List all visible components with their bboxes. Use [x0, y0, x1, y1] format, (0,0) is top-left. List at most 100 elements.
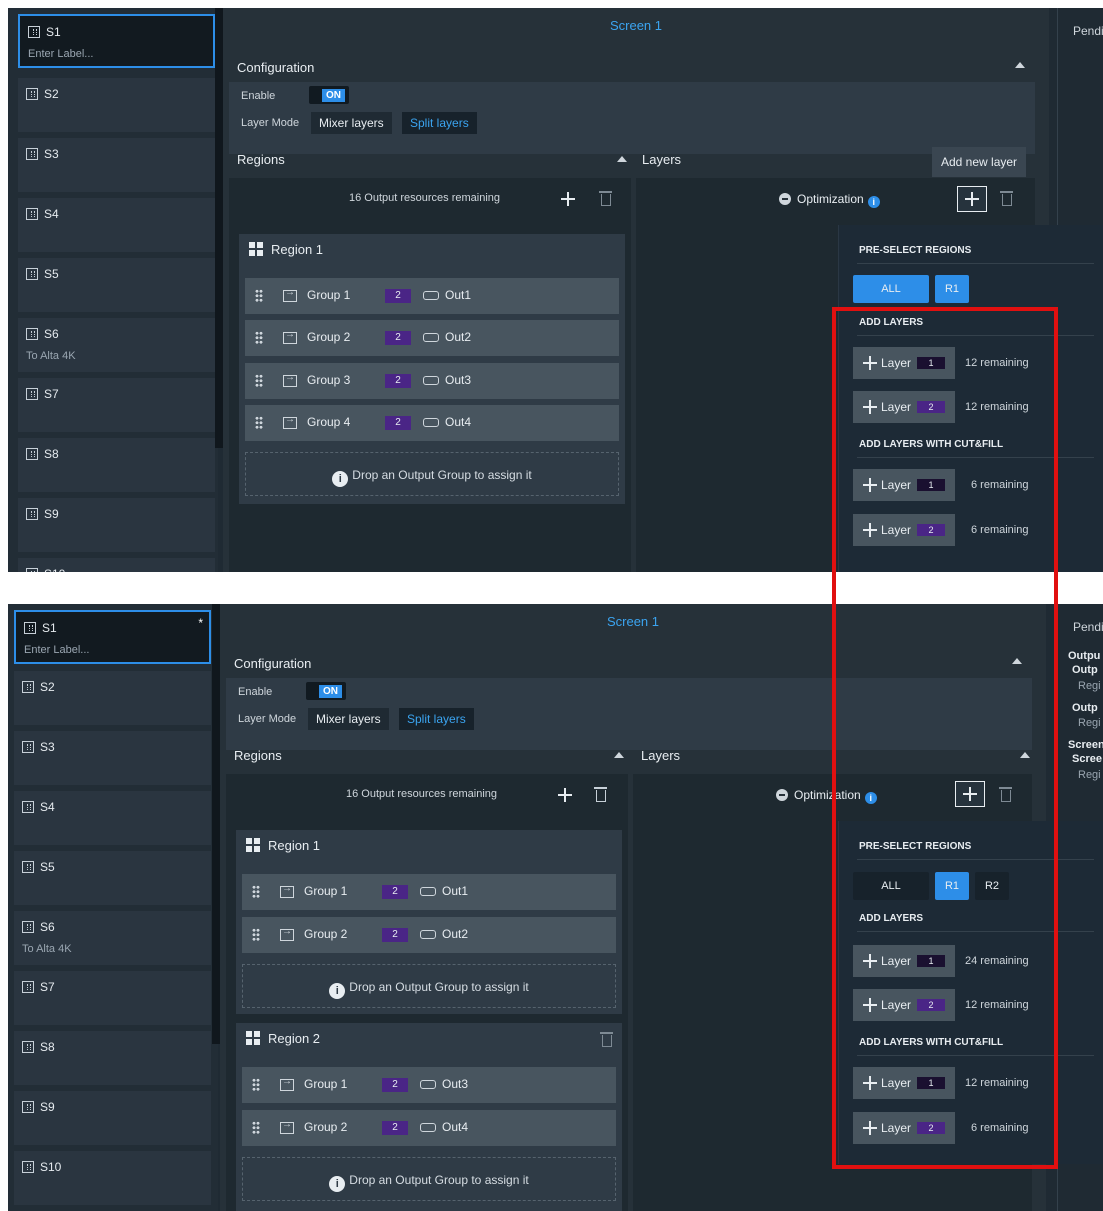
- screen-item-s6[interactable]: S6 To Alta 4K: [18, 318, 215, 372]
- screen-item-s10[interactable]: S10: [18, 558, 215, 572]
- mixer-layers-option[interactable]: Mixer layers: [308, 708, 389, 730]
- drop-zone[interactable]: i Drop an Output Group to assign it: [242, 1157, 616, 1201]
- info-icon: i: [332, 471, 349, 487]
- split-layers-option[interactable]: Split layers: [402, 112, 477, 134]
- output-name: Out1: [445, 288, 472, 302]
- group-count-badge: 2: [382, 1121, 408, 1135]
- screen-item-s5[interactable]: S5: [14, 851, 211, 905]
- screen-icon: [24, 622, 36, 634]
- screen-item-s4[interactable]: S4: [14, 791, 211, 845]
- screen-icon: [22, 1041, 34, 1053]
- drag-handle-icon[interactable]: [255, 374, 263, 387]
- screen-item-s6[interactable]: S6 To Alta 4K: [14, 911, 211, 965]
- group-row[interactable]: Group 3 2 Out3: [245, 363, 619, 399]
- screen-item-s7[interactable]: S7: [18, 378, 215, 432]
- screen-name: S9: [40, 1100, 55, 1114]
- drag-handle-icon[interactable]: [255, 289, 263, 302]
- screen-item-s3[interactable]: S3: [14, 731, 211, 785]
- screen-item-s9[interactable]: S9: [18, 498, 215, 552]
- add-region-icon[interactable]: [561, 192, 575, 206]
- pending-title: Pendi: [1073, 24, 1103, 38]
- enable-toggle[interactable]: ON: [309, 86, 349, 104]
- screen-name: S6: [44, 327, 59, 341]
- regions-column: 16 Output resources remaining Region 1 G…: [226, 774, 628, 1211]
- drag-handle-icon[interactable]: [252, 928, 260, 941]
- drag-handle-icon[interactable]: [252, 1078, 260, 1091]
- drop-text: Drop an Output Group to assign it: [352, 468, 532, 482]
- drop-text: Drop an Output Group to assign it: [349, 980, 529, 994]
- pending-change-line: Outp: [1072, 664, 1098, 676]
- collapse-caret-icon[interactable]: [1015, 62, 1025, 68]
- screen-item-s1[interactable]: S1 Enter Label...: [18, 14, 215, 68]
- group-count-badge: 2: [385, 331, 411, 345]
- add-region-icon[interactable]: [558, 788, 572, 802]
- group-row[interactable]: Group 2 2 Out2: [245, 320, 619, 356]
- delete-region-icon[interactable]: [594, 787, 607, 802]
- screen-item-s10[interactable]: S10: [14, 1151, 211, 1205]
- mixer-layers-option[interactable]: Mixer layers: [311, 112, 392, 134]
- enable-toggle[interactable]: ON: [306, 682, 346, 700]
- preselect-regions-heading: PRE-SELECT REGIONS: [859, 245, 972, 256]
- screen-label[interactable]: Enter Label...: [24, 644, 89, 656]
- drag-handle-icon[interactable]: [252, 885, 260, 898]
- add-new-layer-button[interactable]: [957, 186, 987, 212]
- layer-mode-label: Layer Mode: [241, 117, 300, 129]
- drag-handle-icon[interactable]: [255, 331, 263, 344]
- screen-name: S7: [40, 980, 55, 994]
- screen-item-s5[interactable]: S5: [18, 258, 215, 312]
- group-row[interactable]: Group 1 2 Out1: [245, 278, 619, 314]
- resources-remaining: 16 Output resources remaining: [346, 788, 498, 800]
- regions-collapse-icon[interactable]: [617, 156, 627, 162]
- screen-icon: [22, 1161, 34, 1173]
- optimization-control[interactable]: Optimization i: [779, 192, 880, 208]
- regions-collapse-icon[interactable]: [614, 752, 624, 758]
- group-row[interactable]: Group 4 2 Out4: [245, 405, 619, 441]
- modified-marker: *: [198, 616, 203, 630]
- delete-region-icon[interactable]: [599, 191, 612, 206]
- output-icon: [420, 930, 436, 939]
- output-name: Out4: [445, 415, 472, 429]
- screen-item-s4[interactable]: S4: [18, 198, 215, 252]
- group-name: Group 4: [307, 415, 351, 429]
- region-chip-all[interactable]: ALL: [853, 275, 929, 303]
- delete-region-icon[interactable]: [600, 1032, 613, 1047]
- screen-title: Screen 1: [609, 18, 663, 33]
- drop-text: Drop an Output Group to assign it: [349, 1173, 529, 1187]
- screen-item-s2[interactable]: S2: [18, 78, 215, 132]
- group-row[interactable]: Group 1 2 Out1: [242, 874, 616, 910]
- screen-item-s8[interactable]: S8: [18, 438, 215, 492]
- group-row[interactable]: Group 2 2 Out2: [242, 917, 616, 953]
- sidebar-scrollbar[interactable]: [215, 8, 223, 448]
- regions-column: 16 Output resources remaining Region 1 G…: [229, 178, 631, 572]
- toggle-value: ON: [319, 685, 342, 698]
- screen-icon: [26, 268, 38, 280]
- toggle-value: ON: [322, 89, 345, 102]
- delete-layer-icon[interactable]: [1000, 191, 1013, 206]
- drag-handle-icon[interactable]: [255, 416, 263, 429]
- layer-mode-label: Layer Mode: [238, 713, 297, 725]
- drop-zone[interactable]: i Drop an Output Group to assign it: [242, 964, 616, 1008]
- sidebar-scrollbar[interactable]: [212, 604, 220, 1044]
- group-row[interactable]: Group 2 2 Out4: [242, 1110, 616, 1146]
- screen-icon: [22, 801, 34, 813]
- screen-item-s2[interactable]: S2: [14, 671, 211, 725]
- group-row[interactable]: Group 1 2 Out3: [242, 1067, 616, 1103]
- screen-item-s9[interactable]: S9: [14, 1091, 211, 1145]
- screen-item-s3[interactable]: S3: [18, 138, 215, 192]
- screen-name: S5: [40, 860, 55, 874]
- screen-item-s8[interactable]: S8: [14, 1031, 211, 1085]
- screen-item-s7[interactable]: S7: [14, 971, 211, 1025]
- output-name: Out2: [445, 330, 472, 344]
- screen-icon: [22, 921, 34, 933]
- screen-label[interactable]: Enter Label...: [28, 48, 93, 60]
- region-card: Region 1 Group 1 2 Out1 Group 2 2 Out2 iDrop…: [236, 830, 622, 1014]
- region-name: Region 1: [271, 242, 324, 257]
- screen-item-s1[interactable]: S1 Enter Label... *: [14, 610, 211, 664]
- group-name: Group 1: [304, 884, 348, 898]
- split-layers-option[interactable]: Split layers: [399, 708, 474, 730]
- output-group-icon: [280, 1119, 294, 1134]
- region-chip-r1[interactable]: R1: [935, 275, 969, 303]
- drag-handle-icon[interactable]: [252, 1121, 260, 1134]
- drop-zone[interactable]: i Drop an Output Group to assign it: [245, 452, 619, 496]
- info-icon[interactable]: i: [867, 196, 880, 208]
